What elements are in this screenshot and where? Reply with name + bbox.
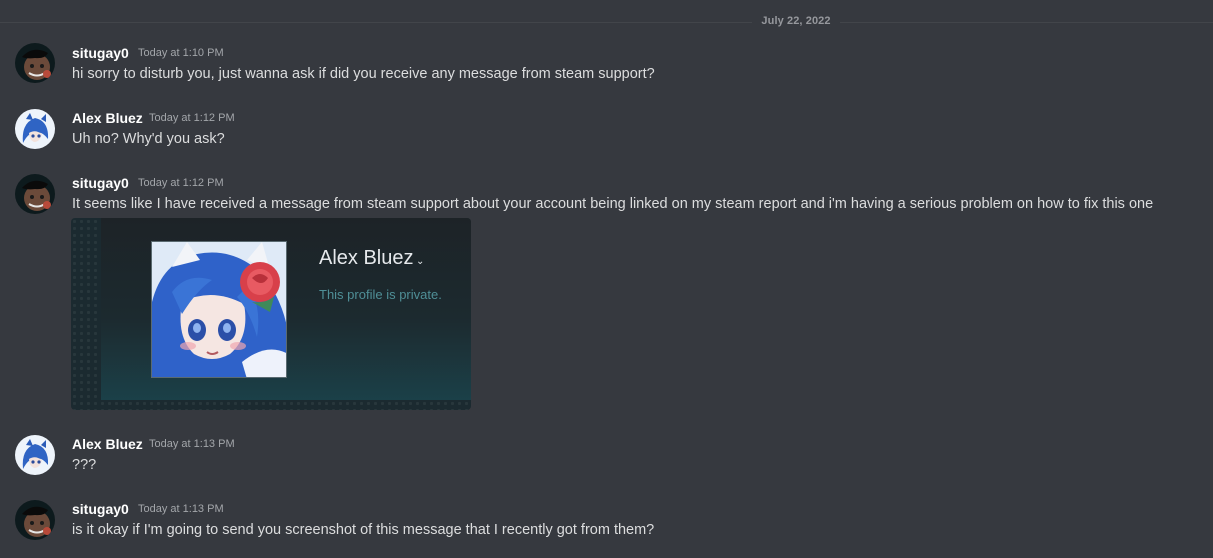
divider-line [0,22,752,23]
profile-name: Alex Bluez [319,247,414,269]
author-name[interactable]: situgay0 [72,175,129,191]
message-timestamp: Today at 1:12 PM [149,112,235,124]
avatar[interactable] [15,43,55,83]
message-text: It seems like I have received a message … [72,196,1154,212]
message-text: Uh no? Why'd you ask? [72,131,225,147]
author-name[interactable]: situgay0 [72,501,129,517]
date-divider-label: July 22, 2022 [761,15,831,27]
avatar[interactable] [15,435,55,475]
date-divider: July 22, 2022 [0,14,1213,32]
author-name[interactable]: Alex Bluez [72,436,143,452]
profile-private-notice: This profile is private. [319,287,442,302]
image-attachment[interactable]: Alex Bluez ⌄ This profile is private. [71,218,471,410]
avatar[interactable] [15,174,55,214]
message-timestamp: Today at 1:12 PM [138,177,224,189]
chevron-down-icon: ⌄ [416,256,425,267]
divider-line [840,22,1213,23]
avatar[interactable] [15,500,55,540]
message-timestamp: Today at 1:10 PM [138,47,224,59]
author-name[interactable]: situgay0 [72,45,129,61]
profile-picture [151,241,287,378]
avatar[interactable] [15,109,55,149]
message-text: ??? [72,457,97,473]
message-timestamp: Today at 1:13 PM [149,438,235,450]
author-name[interactable]: Alex Bluez [72,110,143,126]
message-text: hi sorry to disturb you, just wanna ask … [72,66,655,82]
message-text: is it okay if I'm going to send you scre… [72,522,655,538]
steam-profile-panel: Alex Bluez ⌄ This profile is private. [101,218,471,400]
message-timestamp: Today at 1:13 PM [138,503,224,515]
chat-view: July 22, 2022 situgay0 Today at 1:10 PM … [0,0,1213,558]
